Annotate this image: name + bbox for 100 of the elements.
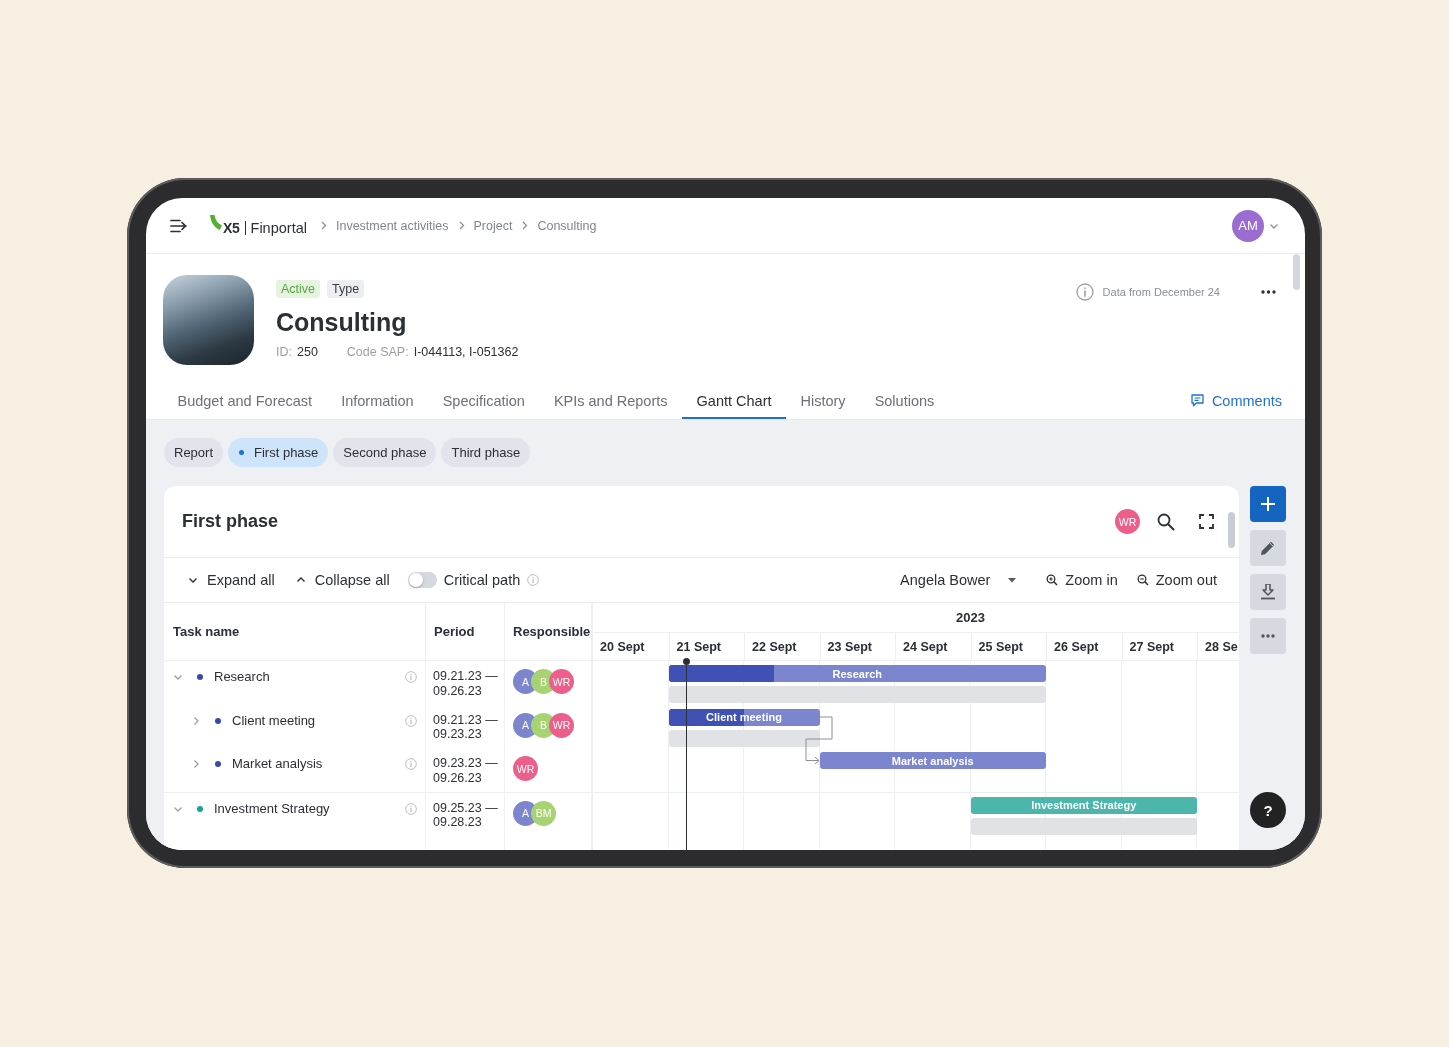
chevron-right-icon	[320, 221, 327, 230]
chevron-down-icon	[188, 575, 198, 585]
tab[interactable]: Solutions	[860, 382, 949, 419]
avatar: WR	[549, 669, 574, 694]
dot-icon	[239, 450, 245, 455]
day-label: 21 Sept	[676, 639, 721, 654]
menu-icon[interactable]	[170, 218, 188, 233]
download-button[interactable]	[1250, 574, 1286, 610]
project-title: Consulting	[276, 307, 407, 337]
more-button[interactable]	[1250, 618, 1286, 654]
info-icon	[527, 574, 540, 586]
logo-text: X5	[223, 219, 240, 236]
day-label: 26 Sept	[1054, 639, 1099, 654]
tab[interactable]: Budget and Forecast	[163, 382, 327, 419]
comment-icon	[1190, 394, 1204, 407]
task-period: 09.23.23 — 09.26.23	[433, 756, 499, 785]
column-header: Period	[434, 624, 475, 639]
zoom-in-button[interactable]: Zoom in	[1046, 572, 1118, 588]
scrollbar[interactable]	[1228, 512, 1235, 548]
day-label: 28 Se	[1205, 639, 1238, 654]
info-icon	[405, 802, 417, 815]
task-bar[interactable]: Market analysis	[819, 752, 1046, 769]
task-name: Investment Strategy	[214, 800, 330, 817]
more-icon	[1261, 634, 1275, 638]
phase-chip[interactable]: Second phase	[333, 438, 437, 467]
year-label: 2023	[956, 610, 985, 625]
task-period: 09.21.23 — 09.23.23	[433, 712, 499, 742]
bar-label: Research	[832, 667, 882, 680]
collapse-all-button[interactable]: Collapse all	[295, 572, 390, 588]
expand-all-button[interactable]: Expand all	[188, 572, 275, 588]
tab[interactable]: History	[786, 382, 861, 419]
info-icon	[1075, 283, 1094, 301]
task-bar[interactable]: Client meeting	[668, 708, 820, 726]
column-header: Responsible	[513, 624, 591, 639]
day-label: 27 Sept	[1129, 639, 1174, 654]
info-icon	[405, 714, 417, 727]
toggle-switch[interactable]	[407, 572, 437, 588]
comments-link[interactable]: Comments	[1190, 382, 1282, 419]
chevron-down-icon[interactable]	[173, 672, 183, 682]
day-label: 22 Sept	[752, 639, 797, 654]
avatar: BM	[531, 800, 556, 826]
avatar: WR	[549, 712, 574, 738]
avatar: WR	[1115, 509, 1140, 534]
phase-chip[interactable]: First phase	[228, 438, 329, 467]
search-icon[interactable]	[1157, 512, 1175, 531]
download-icon	[1261, 584, 1275, 600]
add-button[interactable]	[1250, 486, 1286, 522]
caret-down-icon	[1008, 577, 1017, 583]
breadcrumb-link[interactable]: Investment activities	[335, 218, 449, 233]
zoom-in-icon	[1046, 574, 1059, 586]
bar-label: Investment Strategy	[1031, 799, 1137, 811]
bar-label: Client meeting	[706, 711, 782, 723]
scrollbar[interactable]	[1293, 254, 1300, 290]
field-value: 250	[297, 344, 318, 360]
zoom-out-icon	[1136, 574, 1149, 586]
fullscreen-icon[interactable]	[1199, 514, 1214, 529]
task-name: Market analysis	[232, 756, 323, 772]
day-label: 24 Sept	[903, 639, 948, 654]
tab[interactable]: Specification	[428, 382, 540, 419]
panel-title: First phase	[182, 511, 279, 532]
task-name: Research	[214, 669, 270, 685]
zoom-out-button[interactable]: Zoom out	[1136, 572, 1217, 588]
plus-icon	[1261, 497, 1275, 511]
avatar: AM	[1232, 209, 1264, 242]
phase-chip[interactable]: Third phase	[441, 438, 531, 467]
breadcrumb-link[interactable]: Project	[473, 218, 513, 233]
column-header: Task name	[173, 624, 240, 639]
task-name: Client meeting	[232, 712, 316, 729]
field-label: ID:	[276, 344, 292, 360]
chevron-right-icon[interactable]	[191, 759, 201, 769]
toggle-label: Critical path	[443, 572, 521, 588]
app-name: Finportal	[244, 220, 307, 235]
info-icon	[405, 758, 417, 770]
more-icon[interactable]	[1261, 290, 1276, 294]
tag: Type	[327, 280, 365, 298]
help-button[interactable]: ?	[1250, 792, 1286, 828]
data-note: Data from December 24	[1102, 286, 1220, 298]
phase-chip[interactable]: Report	[164, 438, 224, 467]
bar-label: Market analysis	[891, 754, 974, 767]
chevron-right-icon	[522, 221, 529, 230]
avatar: WR	[513, 756, 538, 781]
task-bar[interactable]: Research	[668, 665, 1046, 682]
tab[interactable]: Information	[326, 382, 429, 419]
info-icon	[405, 671, 417, 683]
day-label: 20 Sept	[600, 639, 645, 654]
tab[interactable]: KPIs and Reports	[539, 382, 683, 419]
field-value: I-044113, I-051362	[413, 344, 519, 360]
day-label: 23 Sept	[827, 639, 872, 654]
edit-button[interactable]	[1250, 530, 1286, 566]
chevron-right-icon	[458, 221, 465, 230]
task-period: 09.21.23 — 09.26.23	[433, 669, 499, 698]
field-label: Code SAP:	[346, 344, 409, 360]
tag: Active	[276, 280, 321, 298]
task-period: 09.25.23 — 09.28.23	[433, 800, 499, 830]
breadcrumb-link[interactable]: Consulting	[537, 218, 597, 233]
chevron-right-icon[interactable]	[191, 715, 201, 726]
pencil-icon	[1260, 540, 1276, 556]
logo-mark-icon	[210, 215, 222, 230]
day-label: 25 Sept	[978, 639, 1023, 654]
assignee-dropdown[interactable]: Angela Bower	[900, 572, 1017, 588]
